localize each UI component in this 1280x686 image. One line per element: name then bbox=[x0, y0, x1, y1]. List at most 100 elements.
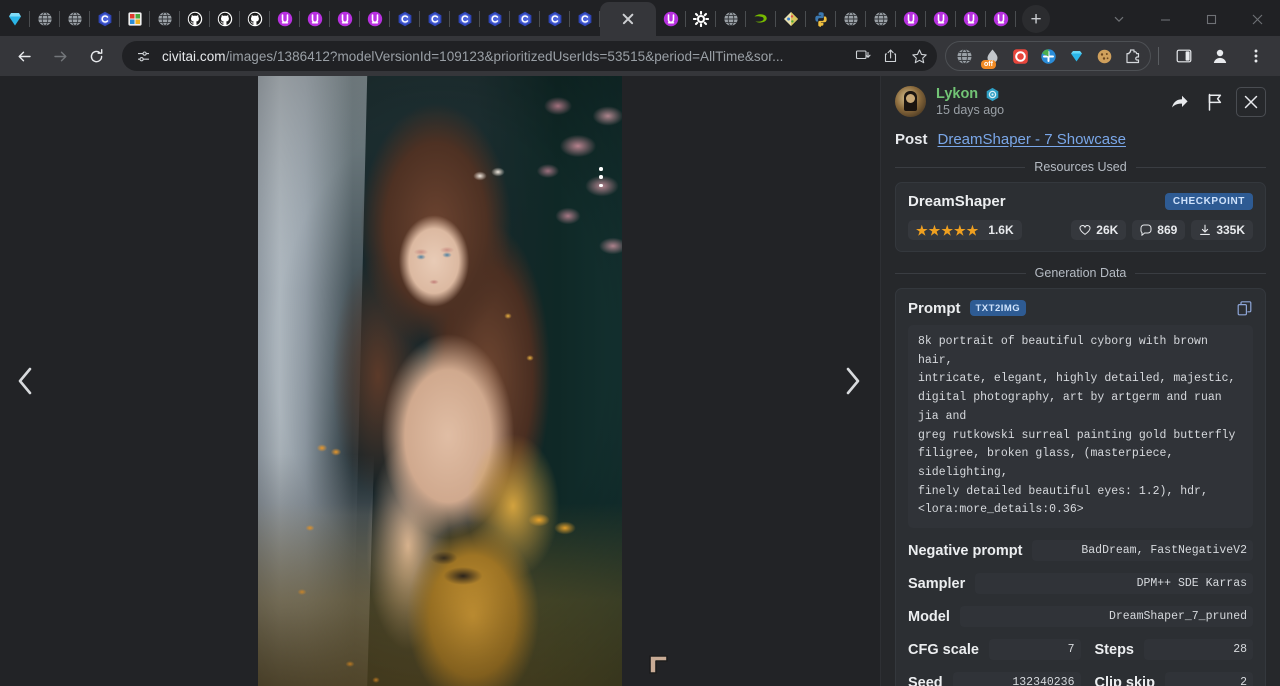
pinned-tab-paint[interactable] bbox=[776, 2, 806, 36]
verified-badge-icon bbox=[985, 87, 1000, 102]
pinned-tab-ultralytics[interactable] bbox=[330, 2, 360, 36]
back-button[interactable] bbox=[8, 40, 40, 72]
diamond-extension-icon[interactable] bbox=[1062, 42, 1090, 70]
pinned-tab-github[interactable] bbox=[180, 2, 210, 36]
window-maximize-button[interactable] bbox=[1188, 3, 1234, 35]
forward-button[interactable] bbox=[44, 40, 76, 72]
pinned-tab-store[interactable] bbox=[120, 2, 150, 36]
pinned-tab-civitai[interactable] bbox=[480, 2, 510, 36]
generation-section-title: Generation Data bbox=[1026, 266, 1136, 280]
resource-engagement-stats: 26K 869 335K bbox=[1071, 220, 1253, 240]
field-row: SamplerDPM++ SDE Karras bbox=[908, 573, 1253, 594]
install-app-icon[interactable] bbox=[849, 42, 877, 70]
previous-image-button[interactable] bbox=[6, 361, 46, 401]
download-icon bbox=[1199, 224, 1211, 236]
username-row[interactable]: Lykon bbox=[936, 86, 1004, 102]
pinned-tab-civitai[interactable] bbox=[450, 2, 480, 36]
window-close-button[interactable] bbox=[1234, 3, 1280, 35]
pinned-tab-ultralytics[interactable] bbox=[300, 2, 330, 36]
side-panel-button[interactable] bbox=[1168, 40, 1200, 72]
adblock-extension-icon[interactable]: off bbox=[978, 42, 1006, 70]
share-icon[interactable] bbox=[1164, 87, 1194, 117]
field-label: Negative prompt bbox=[908, 543, 1022, 559]
pinned-tab-globe[interactable] bbox=[60, 2, 90, 36]
resource-card[interactable]: DreamShaper CHECKPOINT ★★★★★ 1.6K 26K bbox=[895, 182, 1266, 252]
pinned-tab-civitai[interactable] bbox=[540, 2, 570, 36]
close-panel-button[interactable] bbox=[1236, 87, 1266, 117]
field-row: ModelDreamShaper_7_pruned bbox=[908, 606, 1253, 627]
user-avatar[interactable] bbox=[895, 86, 926, 117]
pinned-tab-nvidia[interactable] bbox=[746, 2, 776, 36]
toolbar-divider bbox=[1158, 47, 1159, 65]
artwork-image[interactable] bbox=[258, 76, 622, 686]
recorder-extension-icon[interactable] bbox=[1006, 42, 1034, 70]
pinned-tab-diamond[interactable] bbox=[0, 2, 30, 36]
pinned-tab-civitai[interactable] bbox=[90, 2, 120, 36]
prompt-text[interactable]: 8k portrait of beautiful cyborg with bro… bbox=[908, 325, 1253, 528]
tab-close-icon[interactable] bbox=[620, 11, 636, 27]
cookie-extension-icon[interactable] bbox=[1090, 42, 1118, 70]
downloads-count: 335K bbox=[1216, 223, 1245, 237]
pinned-tab-globe[interactable] bbox=[866, 2, 896, 36]
pinned-tab-civitai[interactable] bbox=[390, 2, 420, 36]
translate-extension-icon[interactable] bbox=[1034, 42, 1062, 70]
active-tab[interactable] bbox=[600, 2, 656, 36]
pinned-tab-civitai[interactable] bbox=[510, 2, 540, 36]
pinned-tab-python[interactable] bbox=[806, 2, 836, 36]
next-image-button[interactable] bbox=[832, 361, 872, 401]
rating-stat[interactable]: ★★★★★ 1.6K bbox=[908, 220, 1022, 240]
image-options-menu[interactable] bbox=[594, 164, 608, 190]
panel-header: Lykon 15 days ago bbox=[881, 76, 1280, 125]
puzzle-extensions-icon[interactable] bbox=[1118, 42, 1146, 70]
site-settings-tune-icon[interactable] bbox=[132, 45, 154, 67]
window-minimize-button[interactable] bbox=[1142, 3, 1188, 35]
pinned-tab-github[interactable] bbox=[210, 2, 240, 36]
pinned-tab-globe[interactable] bbox=[716, 2, 746, 36]
resources-section-header: Resources Used bbox=[881, 160, 1280, 174]
pinned-tab-ultralytics[interactable] bbox=[656, 2, 686, 36]
pinned-tab-ultralytics[interactable] bbox=[986, 2, 1016, 36]
tab-search-chevron-down-icon[interactable] bbox=[1096, 3, 1142, 35]
pinned-tab-civitai[interactable] bbox=[570, 2, 600, 36]
post-link[interactable]: DreamShaper - 7 Showcase bbox=[938, 131, 1126, 148]
resource-name: DreamShaper bbox=[908, 193, 1165, 210]
copy-prompt-icon[interactable] bbox=[1235, 299, 1253, 317]
comments-stat[interactable]: 869 bbox=[1132, 220, 1185, 240]
reload-button[interactable] bbox=[80, 40, 112, 72]
pinned-tab-ultralytics[interactable] bbox=[896, 2, 926, 36]
pinned-tab-globe[interactable] bbox=[836, 2, 866, 36]
pinned-tab-ultralytics[interactable] bbox=[360, 2, 390, 36]
image-detail-panel: Lykon 15 days ago bbox=[880, 76, 1280, 686]
pinned-tab-civitai[interactable] bbox=[420, 2, 450, 36]
new-tab-button[interactable]: + bbox=[1022, 5, 1050, 33]
three-dot-menu-icon[interactable] bbox=[1240, 40, 1272, 72]
field-value: 2 bbox=[1165, 672, 1253, 686]
pinned-tab-gear[interactable] bbox=[686, 2, 716, 36]
address-bar[interactable]: civitai.com/images/1386412?modelVersionI… bbox=[122, 41, 937, 71]
profile-avatar-icon[interactable] bbox=[1204, 40, 1236, 72]
pinned-tab-github[interactable] bbox=[240, 2, 270, 36]
share-icon[interactable] bbox=[877, 42, 905, 70]
prompt-header: Prompt TXT2IMG bbox=[908, 299, 1253, 317]
downloads-stat[interactable]: 335K bbox=[1191, 220, 1253, 240]
rating-count: 1.6K bbox=[988, 223, 1013, 237]
prompt-title: Prompt bbox=[908, 300, 961, 317]
globe-extension-icon[interactable] bbox=[950, 42, 978, 70]
bookmark-star-icon[interactable] bbox=[905, 42, 933, 70]
likes-stat[interactable]: 26K bbox=[1071, 220, 1126, 240]
url-text: civitai.com/images/1386412?modelVersionI… bbox=[162, 49, 849, 64]
pinned-tab-globe[interactable] bbox=[30, 2, 60, 36]
pinned-tab-globe[interactable] bbox=[150, 2, 180, 36]
field-label: CFG scale bbox=[908, 642, 979, 658]
pinned-tab-ultralytics[interactable] bbox=[270, 2, 300, 36]
pinned-tab-ultralytics[interactable] bbox=[956, 2, 986, 36]
field-pair-row: Seed132340236Clip skip2 bbox=[908, 672, 1253, 686]
flag-icon[interactable] bbox=[1200, 87, 1230, 117]
pinned-tab-ultralytics[interactable] bbox=[926, 2, 956, 36]
resource-type-chip: CHECKPOINT bbox=[1165, 193, 1253, 210]
comments-count: 869 bbox=[1157, 223, 1177, 237]
new-tab-label: + bbox=[1030, 10, 1041, 29]
field-half: Seed132340236 bbox=[908, 672, 1081, 686]
post-label: Post bbox=[895, 131, 928, 148]
field-value: DPM++ SDE Karras bbox=[975, 573, 1253, 594]
